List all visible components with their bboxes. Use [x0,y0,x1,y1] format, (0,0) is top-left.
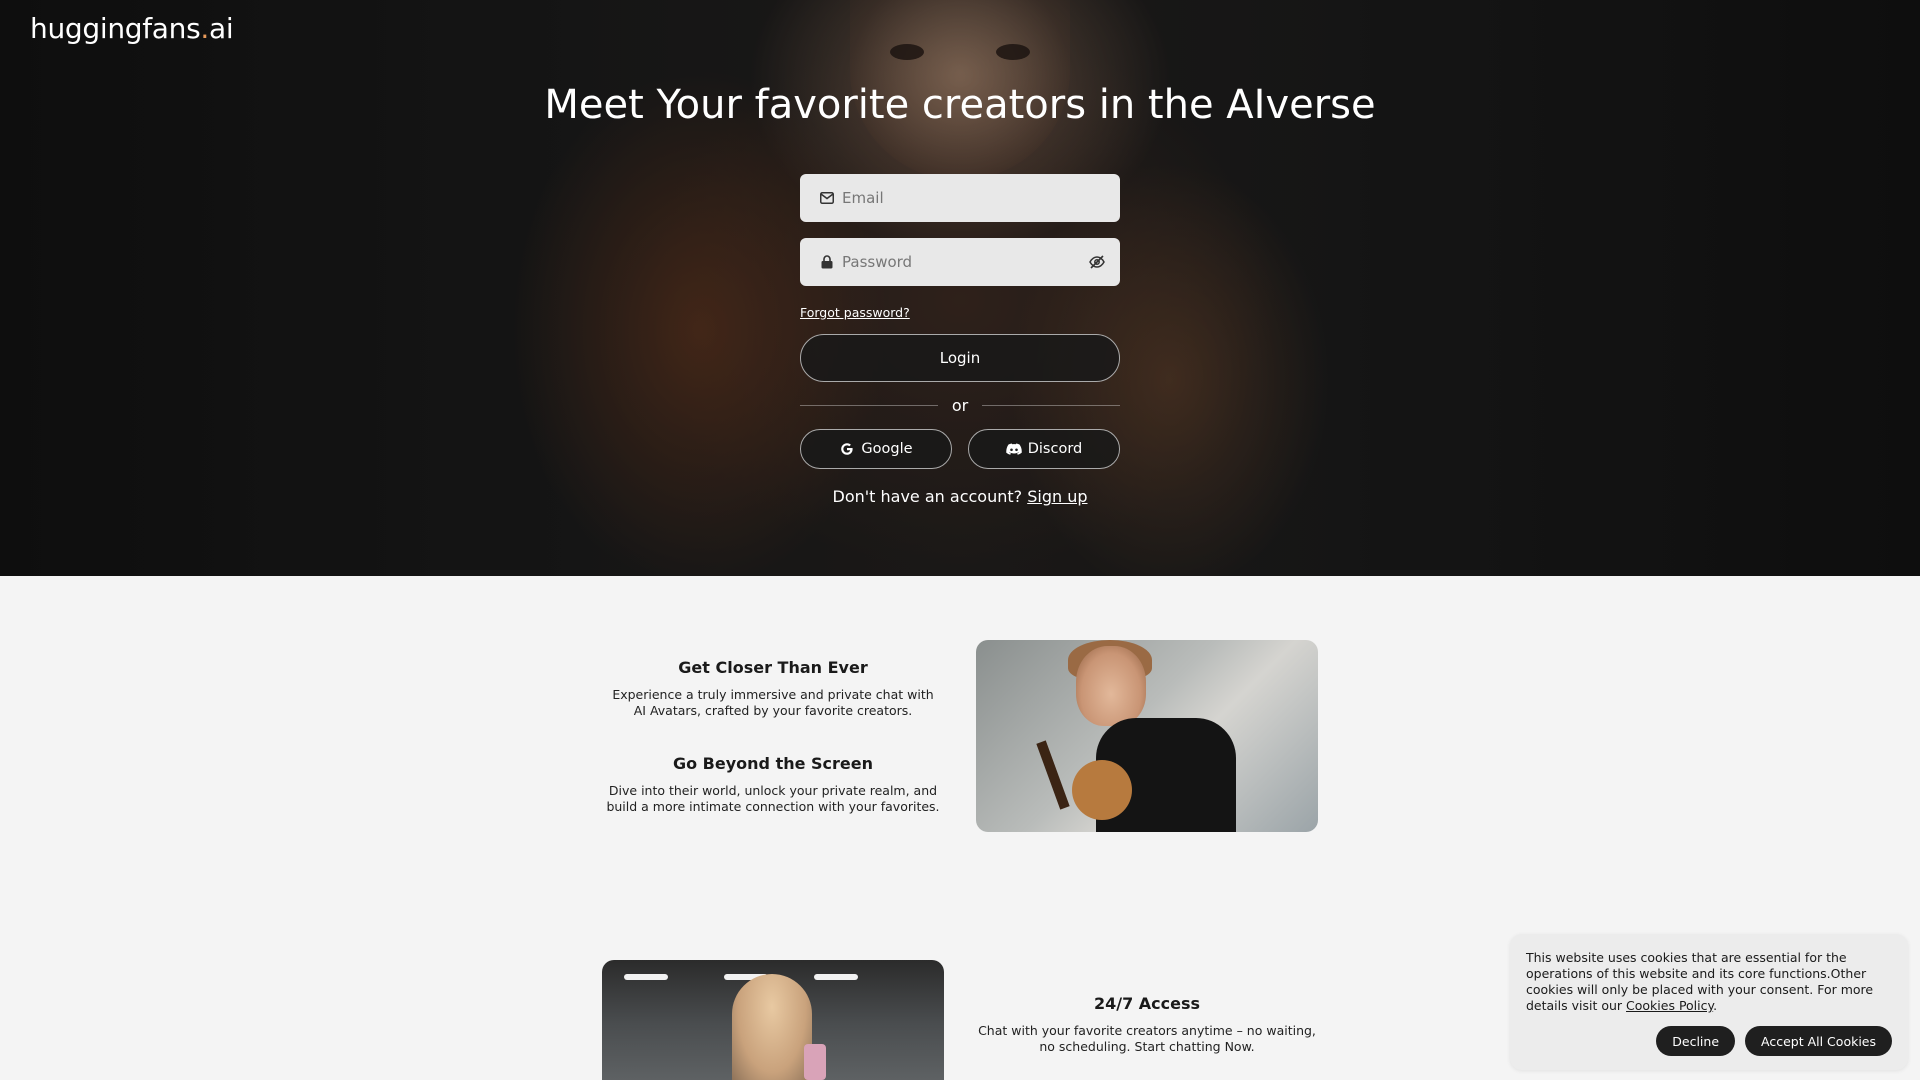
login-button[interactable]: Login [800,334,1120,382]
login-form: Forgot password? Login or Google Discord… [800,174,1120,506]
lock-icon [820,255,834,269]
password-input[interactable] [842,253,1088,271]
hero-title: Meet Your favorite creators in the AIver… [544,82,1376,128]
google-g-icon [839,441,855,457]
or-divider: or [800,396,1120,415]
site-logo[interactable]: huggingfans.ai [30,12,234,45]
feature-text: Dive into their world, unlock your priva… [606,783,940,814]
google-login-button[interactable]: Google [800,429,952,469]
feature-title: 24/7 Access [1093,994,1201,1013]
decline-cookies-button[interactable]: Decline [1656,1026,1736,1056]
feature-title: Go Beyond the Screen [672,754,874,773]
discord-icon [1005,441,1022,457]
hero-section: huggingfans.ai Meet Your favorite creato… [0,0,1920,576]
cookie-message: This website uses cookies that are essen… [1526,950,1874,1013]
cookie-banner: This website uses cookies that are essen… [1510,934,1908,1070]
feature-title: Get Closer Than Ever [678,658,868,677]
signup-link[interactable]: Sign up [1027,487,1087,506]
accept-cookies-button[interactable]: Accept All Cookies [1745,1026,1892,1056]
guitar-creator-image [976,640,1318,832]
envelope-icon [820,191,834,205]
gym-creator-image [602,960,944,1080]
eye-off-icon[interactable] [1088,253,1106,271]
feature-text: Chat with your favorite creators anytime… [978,1023,1316,1054]
email-input[interactable] [842,189,1106,207]
feature-get-closer: Get Closer Than Ever Experience a truly … [602,658,944,719]
email-field[interactable] [800,174,1120,222]
feature-text: Experience a truly immersive and private… [612,687,934,718]
feature-24-7-access: 24/7 Access Chat with your favorite crea… [976,994,1318,1055]
forgot-password-link[interactable]: Forgot password? [800,305,910,320]
feature-go-beyond: Go Beyond the Screen Dive into their wor… [602,754,944,815]
signup-prompt: Don't have an account? Sign up [832,487,1088,506]
cookies-policy-link[interactable]: Cookies Policy [1626,998,1713,1013]
password-field[interactable] [800,238,1120,286]
discord-login-button[interactable]: Discord [968,429,1120,469]
